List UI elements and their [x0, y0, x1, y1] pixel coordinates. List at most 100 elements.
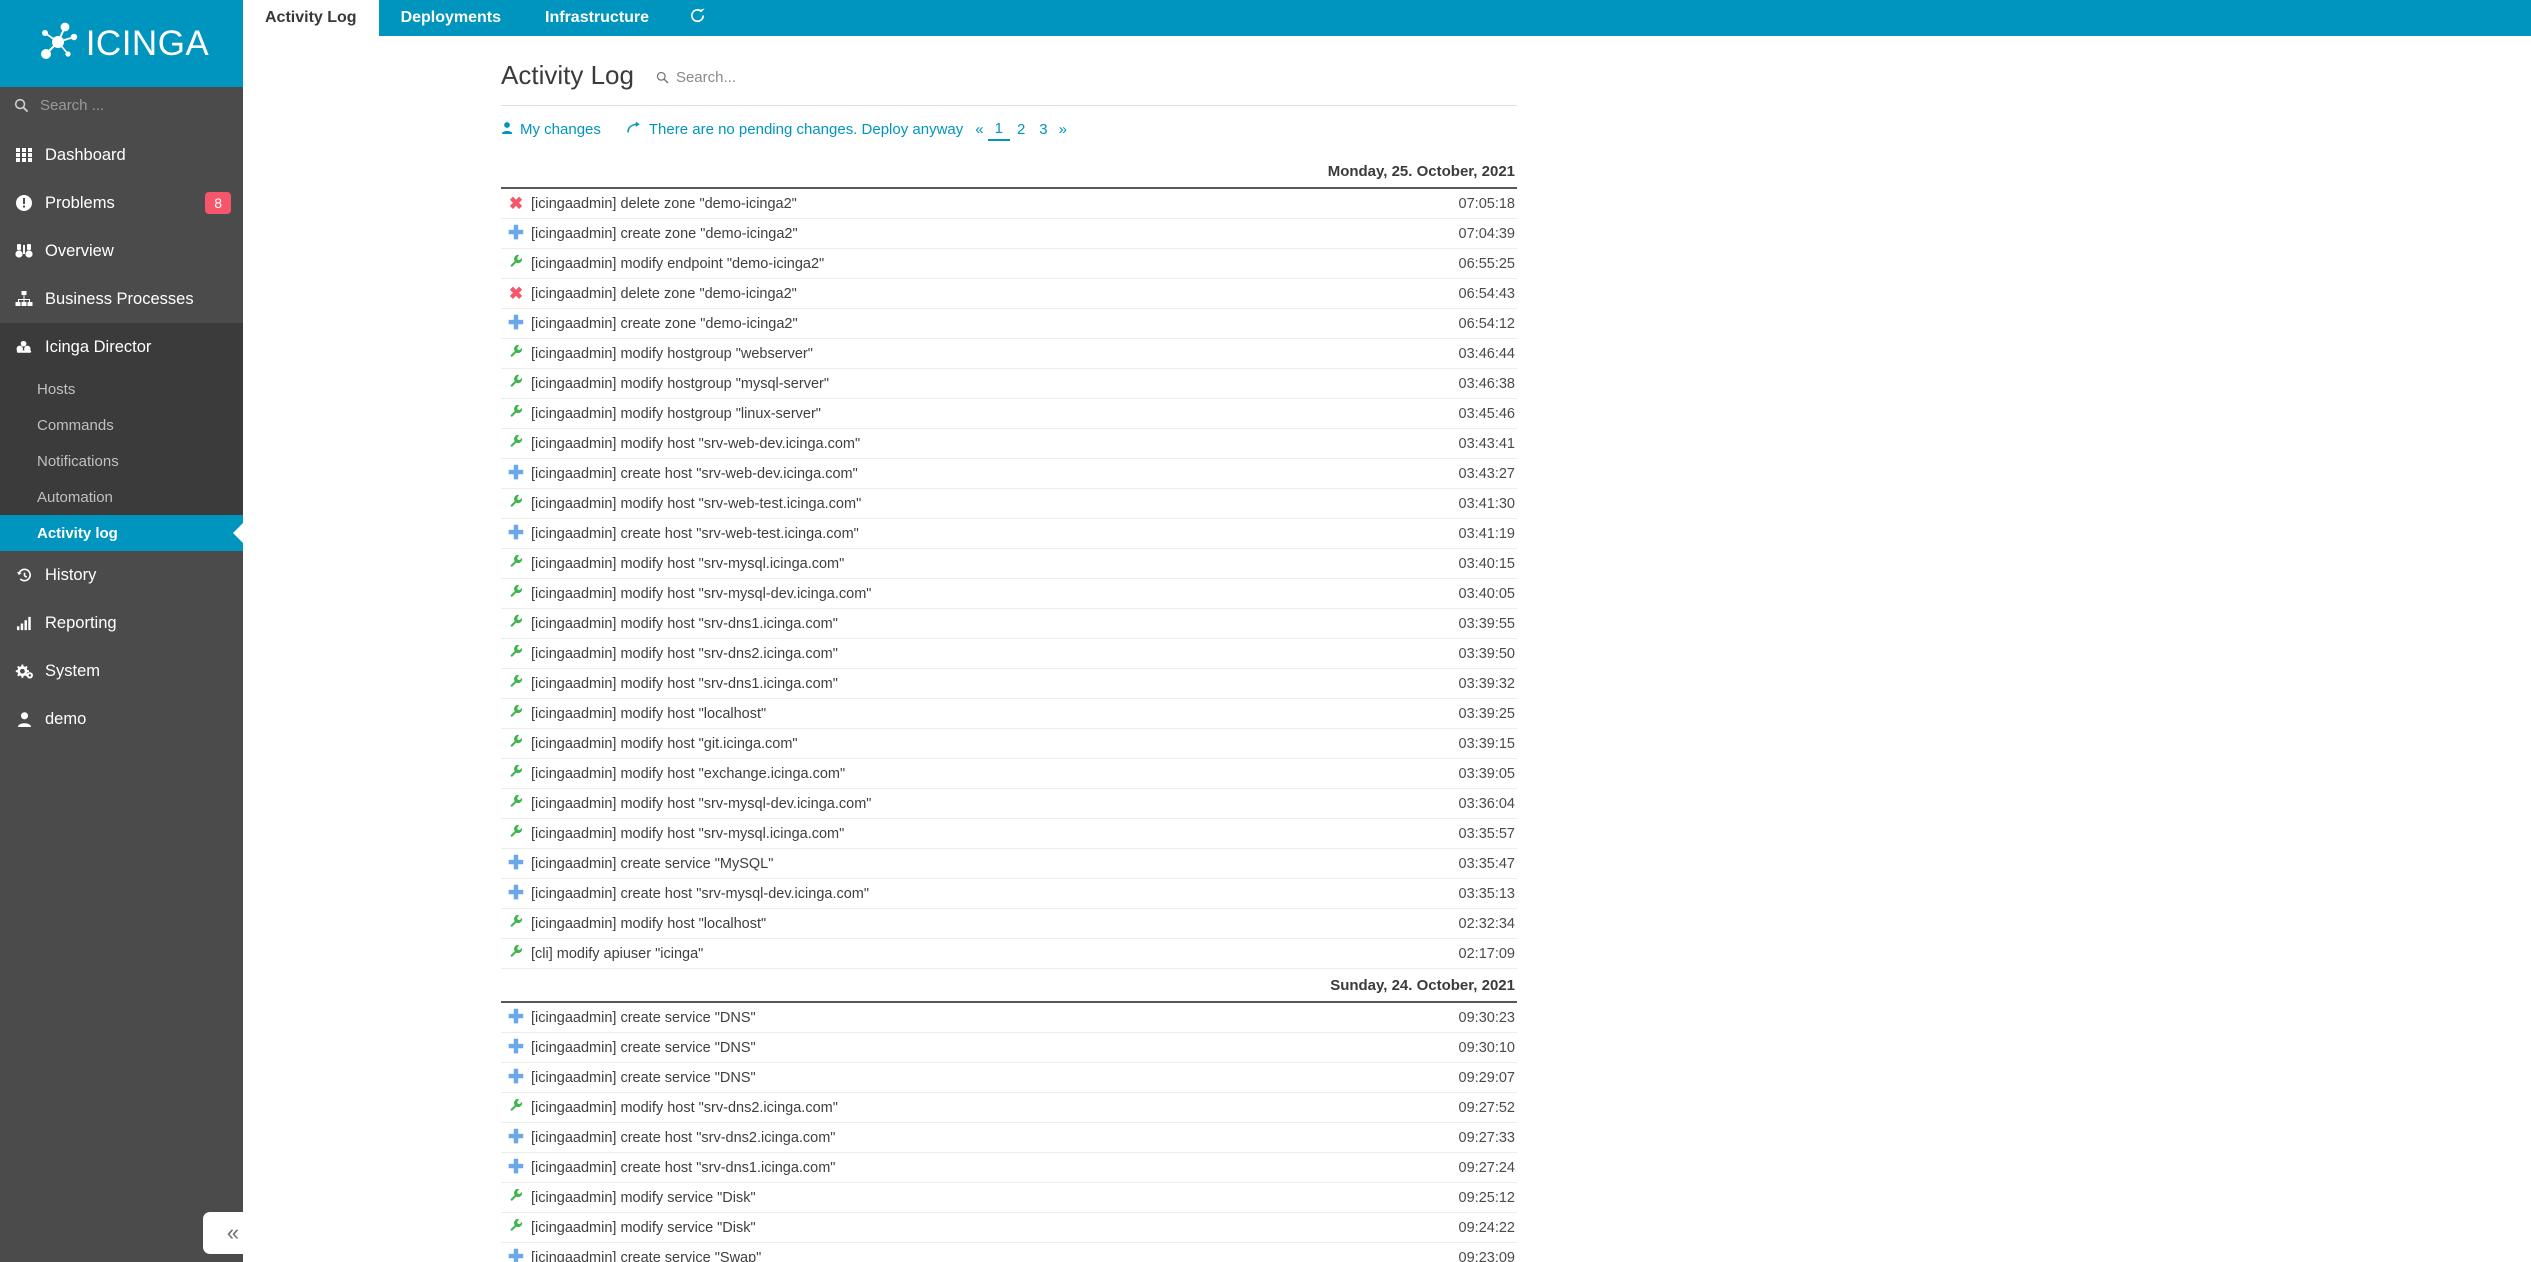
- tab-label: Infrastructure: [545, 9, 650, 26]
- activity-log-entry[interactable]: [icingaadmin] modify host "srv-dns1.icin…: [501, 669, 1517, 699]
- pagination-prev[interactable]: «: [971, 119, 987, 140]
- activity-log-entry[interactable]: [icingaadmin] modify host "srv-mysql.ici…: [501, 549, 1517, 579]
- tab-activity-log[interactable]: Activity Log: [243, 0, 379, 36]
- activity-log-entry[interactable]: ✚ [icingaadmin] create service "DNS" 09:29…: [501, 1063, 1517, 1093]
- sidebar-item-business-processes[interactable]: Business Processes: [0, 275, 243, 323]
- activity-log-entry[interactable]: [icingaadmin] modify host "srv-mysql-dev…: [501, 579, 1517, 609]
- activity-log-entry[interactable]: [icingaadmin] modify service "Disk" 09:24…: [501, 1213, 1517, 1243]
- activity-log-entry[interactable]: [icingaadmin] modify host "srv-dns1.icin…: [501, 609, 1517, 639]
- sidebar-item-activity-log[interactable]: Activity log: [0, 515, 243, 551]
- activity-log-entry[interactable]: [icingaadmin] modify endpoint "demo-icin…: [501, 249, 1517, 279]
- pagination-page-3[interactable]: 3: [1032, 119, 1054, 140]
- create-plus-icon: ✚: [508, 523, 524, 544]
- sidebar-item-label: Problems: [45, 193, 115, 212]
- tab-label: Deployments: [400, 9, 502, 26]
- activity-action-icon: [501, 254, 531, 273]
- activity-log-entry[interactable]: [cli] modify apiuser "icinga" 02:17:09: [501, 939, 1517, 969]
- activity-log-entry[interactable]: [icingaadmin] modify service "Disk" 09:25…: [501, 1183, 1517, 1213]
- activity-log-entry[interactable]: ✚ [icingaadmin] create host "srv-web-test…: [501, 519, 1517, 549]
- activity-log-entry[interactable]: [icingaadmin] modify host "srv-dns2.icin…: [501, 1093, 1517, 1123]
- activity-action-icon: ✚: [501, 464, 531, 483]
- sidebar-item-problems[interactable]: Problems 8: [0, 179, 243, 227]
- my-changes-button[interactable]: My changes: [501, 121, 601, 139]
- activity-search[interactable]: [656, 69, 1076, 86]
- activity-log-entry[interactable]: ✚ [icingaadmin] create host "srv-mysql-de…: [501, 879, 1517, 909]
- activity-action-icon: [501, 644, 531, 663]
- activity-entry-time: 07:05:18: [1458, 195, 1515, 212]
- activity-action-icon: ✚: [501, 1068, 531, 1087]
- activity-action-icon: ✚: [501, 224, 531, 243]
- activity-entry-time: 06:55:25: [1458, 255, 1515, 272]
- activity-log-entry[interactable]: [icingaadmin] modify host "srv-web-dev.i…: [501, 429, 1517, 459]
- pagination-next[interactable]: »: [1055, 119, 1071, 140]
- sidebar-item-demo-user[interactable]: demo: [0, 695, 243, 743]
- activity-log-entry[interactable]: [icingaadmin] modify hostgroup "mysql-se…: [501, 369, 1517, 399]
- activity-log-entry[interactable]: ✚ [icingaadmin] create service "DNS" 09:30…: [501, 1033, 1517, 1063]
- activity-action-icon: [501, 794, 531, 813]
- sidebar-item-notifications[interactable]: Notifications: [0, 443, 243, 479]
- activity-log-entry[interactable]: ✚ [icingaadmin] create zone "demo-icinga2…: [501, 219, 1517, 249]
- sidebar-item-overview[interactable]: Overview: [0, 227, 243, 275]
- modify-wrench-icon: [509, 584, 523, 603]
- activity-action-icon: ✖: [501, 195, 531, 212]
- brand-logo[interactable]: ICINGA: [0, 0, 243, 87]
- activity-log-entry[interactable]: [icingaadmin] modify hostgroup "linux-se…: [501, 399, 1517, 429]
- sidebar-search[interactable]: [0, 87, 243, 123]
- activity-entry-text: [icingaadmin] modify host "srv-mysql-dev…: [531, 795, 872, 812]
- activity-log-entry[interactable]: [icingaadmin] modify host "srv-mysql-dev…: [501, 789, 1517, 819]
- pagination-page-2[interactable]: 2: [1010, 119, 1032, 140]
- sidebar-item-history[interactable]: History: [0, 551, 243, 599]
- activity-log-entry[interactable]: [icingaadmin] modify hostgroup "webserve…: [501, 339, 1517, 369]
- tab-deployments[interactable]: Deployments: [379, 0, 523, 36]
- refresh-button[interactable]: [671, 0, 724, 36]
- deploy-button[interactable]: There are no pending changes. Deploy any…: [627, 121, 963, 138]
- sidebar-item-commands[interactable]: Commands: [0, 407, 243, 443]
- sidebar-item-label: Overview: [45, 241, 114, 260]
- activity-log-entry[interactable]: [icingaadmin] modify host "srv-web-test.…: [501, 489, 1517, 519]
- activity-log-entry[interactable]: [icingaadmin] modify host "srv-dns2.icin…: [501, 639, 1517, 669]
- tab-label: Activity Log: [265, 9, 357, 26]
- modify-wrench-icon: [509, 914, 523, 933]
- activity-log-entry[interactable]: [icingaadmin] modify host "localhost" 03:…: [501, 699, 1517, 729]
- activity-log-entry[interactable]: ✚ [icingaadmin] create host "srv-web-dev.…: [501, 459, 1517, 489]
- activity-entry-text: [icingaadmin] create service "Swap": [531, 1249, 762, 1262]
- activity-log-entry[interactable]: [icingaadmin] modify host "srv-mysql.ici…: [501, 819, 1517, 849]
- tab-infrastructure[interactable]: Infrastructure: [523, 0, 671, 36]
- activity-log-entry[interactable]: [icingaadmin] modify host "git.icinga.co…: [501, 729, 1517, 759]
- activity-log-entry[interactable]: [icingaadmin] modify host "localhost" 02:…: [501, 909, 1517, 939]
- activity-log-entry[interactable]: ✚ [icingaadmin] create host "srv-dns1.ici…: [501, 1153, 1517, 1183]
- modify-wrench-icon: [509, 1218, 523, 1237]
- sidebar-collapse-button[interactable]: «: [203, 1212, 263, 1254]
- activity-log-entry[interactable]: ✖ [icingaadmin] delete zone "demo-icinga2…: [501, 189, 1517, 219]
- activity-entry-time: 03:40:05: [1458, 585, 1515, 602]
- activity-action-icon: ✚: [501, 1038, 531, 1057]
- activity-action-icon: [501, 824, 531, 843]
- activity-log-entry[interactable]: [icingaadmin] modify host "exchange.icin…: [501, 759, 1517, 789]
- activity-entry-text: [icingaadmin] modify host "srv-dns2.icin…: [531, 645, 838, 662]
- activity-entry-time: 09:27:52: [1458, 1099, 1515, 1116]
- activity-entry-text: [icingaadmin] modify host "git.icinga.co…: [531, 735, 798, 752]
- activity-search-input[interactable]: [675, 69, 1076, 86]
- sidebar-search-input[interactable]: [40, 96, 210, 114]
- activity-action-icon: [501, 704, 531, 723]
- activity-log-entry[interactable]: ✚ [icingaadmin] create service "Swap" 09:2…: [501, 1243, 1517, 1262]
- sidebar-item-reporting[interactable]: Reporting: [0, 599, 243, 647]
- sidebar-item-hosts[interactable]: Hosts: [0, 371, 243, 407]
- activity-log-entry[interactable]: ✚ [icingaadmin] create host "srv-dns2.ici…: [501, 1123, 1517, 1153]
- activity-log-entry[interactable]: ✚ [icingaadmin] create zone "demo-icinga2…: [501, 309, 1517, 339]
- activity-log-entry[interactable]: ✚ [icingaadmin] create service "MySQL" 03:…: [501, 849, 1517, 879]
- sidebar-item-automation[interactable]: Automation: [0, 479, 243, 515]
- activity-log-entry[interactable]: ✖ [icingaadmin] delete zone "demo-icinga2…: [501, 279, 1517, 309]
- pagination-page-1[interactable]: 1: [987, 118, 1010, 141]
- create-plus-icon: ✚: [508, 853, 524, 874]
- activity-entry-time: 06:54:12: [1458, 315, 1515, 332]
- activity-entry-text: [icingaadmin] create service "MySQL": [531, 855, 774, 872]
- activity-entry-time: 03:35:47: [1458, 855, 1515, 872]
- create-plus-icon: ✚: [508, 1067, 524, 1088]
- activity-entry-text: [icingaadmin] modify host "srv-mysql.ici…: [531, 555, 845, 572]
- sidebar-item-dashboard[interactable]: Dashboard: [0, 131, 243, 179]
- sidebar-item-icinga-director[interactable]: Icinga Director: [0, 323, 243, 371]
- activity-entry-text: [icingaadmin] create zone "demo-icinga2": [531, 225, 798, 242]
- sidebar-item-system[interactable]: System: [0, 647, 243, 695]
- activity-log-entry[interactable]: ✚ [icingaadmin] create service "DNS" 09:30…: [501, 1003, 1517, 1033]
